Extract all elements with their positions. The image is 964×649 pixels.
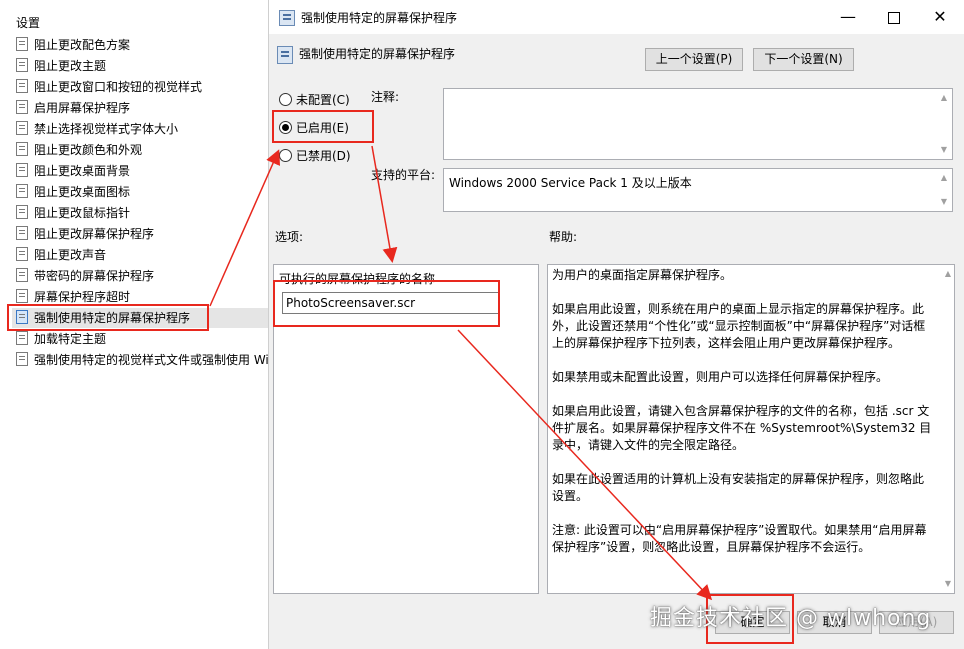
- policy-list-item-label: 阻止更改主题: [34, 59, 107, 73]
- policy-list-item[interactable]: 阻止更改桌面背景: [12, 161, 268, 181]
- dialog-titlebar: 强制使用特定的屏幕保护程序 — ✕: [269, 0, 964, 34]
- policy-setting-icon: [16, 100, 28, 114]
- supported-platform-box: Windows 2000 Service Pack 1 及以上版本 ▲ ▼: [443, 168, 953, 212]
- maximize-icon: [888, 11, 900, 24]
- policy-name: 强制使用特定的屏幕保护程序: [299, 47, 456, 61]
- policy-setting-icon: [16, 289, 28, 303]
- comment-label: 注释:: [371, 90, 400, 104]
- radio-indicator: [279, 93, 292, 106]
- annotation-highlight: [273, 280, 500, 327]
- radio-label: 已禁用(D): [296, 149, 351, 163]
- comment-textarea[interactable]: ▲ ▼: [443, 88, 953, 160]
- previous-setting-button[interactable]: 上一个设置(P): [645, 48, 743, 71]
- policy-list-item-label: 屏幕保护程序超时: [34, 290, 131, 304]
- policy-setting-icon: [16, 37, 28, 51]
- help-pane: 为用户的桌面指定屏幕保护程序。如果启用此设置，则系统在用户的桌面上显示指定的屏幕…: [547, 264, 955, 594]
- radio-not-configured[interactable]: 未配置(C): [279, 91, 350, 109]
- policy-list-item[interactable]: 启用屏幕保护程序: [12, 98, 268, 118]
- help-paragraph: 如果禁用或未配置此设置，则用户可以选择任何屏幕保护程序。: [552, 370, 889, 384]
- policy-setting-icon: [16, 268, 28, 282]
- scroll-up-icon[interactable]: ▲: [936, 91, 952, 105]
- annotation-highlight: [7, 304, 209, 331]
- policy-list-item-label: 强制使用特定的视觉样式文件或强制使用 Wi: [34, 353, 268, 367]
- policy-list-item-label: 阻止更改鼠标指针: [34, 206, 131, 220]
- watermark: 掘金技术社区 @ wlwhong: [650, 606, 932, 631]
- policy-list-item-label: 阻止更改屏幕保护程序: [34, 227, 155, 241]
- policy-list-item-label: 阻止更改桌面图标: [34, 185, 131, 199]
- supported-platform-label: 支持的平台:: [371, 168, 436, 182]
- policy-setting-icon: [16, 121, 28, 135]
- policy-setting-icon: [16, 226, 28, 240]
- policy-setting-icon: [16, 184, 28, 198]
- policy-list-item[interactable]: 阻止更改声音: [12, 245, 268, 265]
- scroll-up-icon[interactable]: ▲: [936, 171, 952, 185]
- policy-list-item[interactable]: 阻止更改配色方案: [12, 35, 268, 55]
- close-button[interactable]: ✕: [917, 0, 963, 34]
- policy-list-item-label: 阻止更改窗口和按钮的视觉样式: [34, 80, 203, 94]
- help-scrollbar[interactable]: ▲ ▼: [940, 265, 954, 593]
- annotation-highlight: [272, 110, 374, 143]
- help-paragraph: 如果启用此设置，则系统在用户的桌面上显示指定的屏幕保护程序。此外，此设置还禁用“…: [552, 302, 926, 350]
- platform-scrollbar[interactable]: ▲ ▼: [936, 169, 952, 211]
- policy-list-item[interactable]: 带密码的屏幕保护程序: [12, 266, 268, 286]
- policy-list-item[interactable]: 阻止更改屏幕保护程序: [12, 224, 268, 244]
- policy-list-item-label: 带密码的屏幕保护程序: [34, 269, 155, 283]
- policy-setting-icon: [16, 163, 28, 177]
- policy-setting-icon: [16, 58, 28, 72]
- policy-list-item-label: 加载特定主题: [34, 332, 107, 346]
- policy-list-item[interactable]: 强制使用特定的视觉样式文件或强制使用 Wi: [12, 350, 268, 370]
- help-paragraph: 注意: 此设置可以由“启用屏幕保护程序”设置取代。如果禁用“启用屏幕保护程序”设…: [552, 523, 927, 554]
- policy-list-item[interactable]: 阻止更改鼠标指针: [12, 203, 268, 223]
- policy-list-item[interactable]: 阻止更改主题: [12, 56, 268, 76]
- policy-setting-icon: [16, 331, 28, 345]
- scroll-down-icon[interactable]: ▼: [940, 577, 954, 591]
- radio-label: 未配置(C): [296, 93, 350, 107]
- help-paragraph: 如果启用此设置，请键入包含屏幕保护程序的文件的名称，包括 .scr 文件扩展名。…: [552, 404, 932, 452]
- policy-list-item-label: 阻止更改颜色和外观: [34, 143, 143, 157]
- help-paragraph: 如果在此设置适用的计算机上没有安装指定的屏幕保护程序，则忽略此设置。: [552, 472, 925, 503]
- policy-setting-icon: [16, 205, 28, 219]
- policy-list-item-label: 阻止更改声音: [34, 248, 107, 262]
- policy-list-item-label: 启用屏幕保护程序: [34, 101, 131, 115]
- options-label: 选项:: [275, 230, 304, 244]
- policy-list-item-label: 阻止更改桌面背景: [34, 164, 131, 178]
- policy-setting-icon: [279, 10, 295, 26]
- policy-list-item-label: 阻止更改配色方案: [34, 38, 131, 52]
- policy-list-item[interactable]: 禁止选择视觉样式字体大小: [12, 119, 268, 139]
- policy-list-item[interactable]: 加载特定主题: [12, 329, 268, 349]
- help-label: 帮助:: [549, 230, 578, 244]
- scroll-down-icon[interactable]: ▼: [936, 195, 952, 209]
- help-text: 为用户的桌面指定屏幕保护程序。如果启用此设置，则系统在用户的桌面上显示指定的屏幕…: [552, 267, 934, 573]
- policy-list-item[interactable]: 阻止更改桌面图标: [12, 182, 268, 202]
- policy-list-item[interactable]: 阻止更改窗口和按钮的视觉样式: [12, 77, 268, 97]
- comment-scrollbar[interactable]: ▲ ▼: [936, 89, 952, 159]
- policy-setting-icon: [16, 142, 28, 156]
- policy-list-item-label: 禁止选择视觉样式字体大小: [34, 122, 179, 136]
- policy-setting-icon: [16, 352, 28, 366]
- scroll-up-icon[interactable]: ▲: [940, 267, 954, 281]
- maximize-button[interactable]: [871, 0, 917, 34]
- supported-platform-value: Windows 2000 Service Pack 1 及以上版本: [449, 176, 692, 190]
- policy-setting-icon: [16, 247, 28, 261]
- scroll-down-icon[interactable]: ▼: [936, 143, 952, 157]
- policy-setting-icon: [16, 79, 28, 93]
- policy-setting-icon: [277, 46, 293, 64]
- settings-list-header: 设置: [16, 16, 41, 30]
- policy-list-item[interactable]: 阻止更改颜色和外观: [12, 140, 268, 160]
- radio-indicator: [279, 149, 292, 162]
- next-setting-button[interactable]: 下一个设置(N): [753, 48, 854, 71]
- dialog-title: 强制使用特定的屏幕保护程序: [301, 11, 458, 25]
- minimize-button[interactable]: —: [825, 0, 871, 34]
- help-paragraph: 为用户的桌面指定屏幕保护程序。: [552, 268, 733, 282]
- radio-disabled[interactable]: 已禁用(D): [279, 147, 351, 165]
